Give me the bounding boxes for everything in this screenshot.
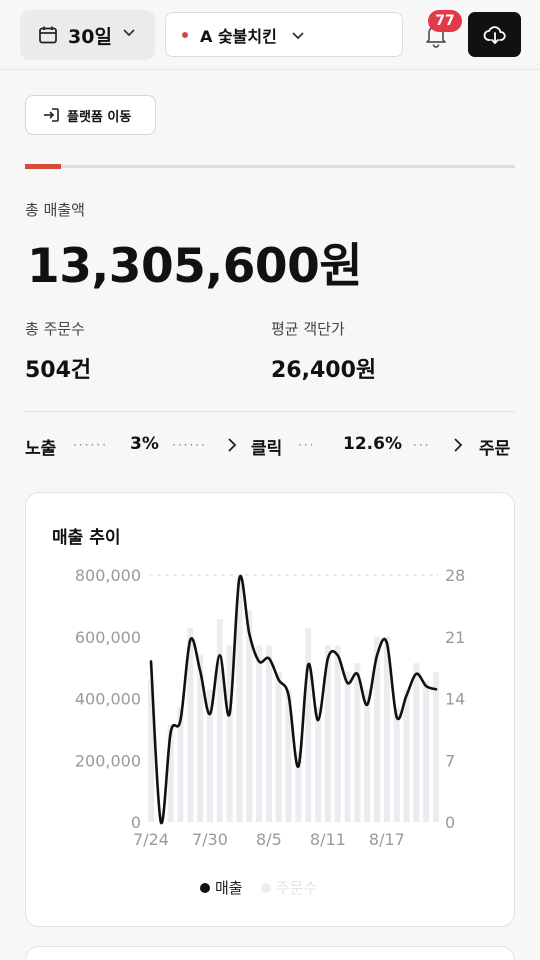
funnel-impression-label: 노출 bbox=[25, 439, 57, 459]
chevron-right-icon bbox=[454, 438, 463, 452]
funnel-dots: ······ bbox=[73, 438, 108, 452]
funnel-click-label: 클릭 bbox=[251, 439, 283, 459]
top-bar: 30일 A 숯불치킨 77 bbox=[0, 0, 540, 70]
funnel-dots: ··· bbox=[298, 438, 316, 452]
order-bar bbox=[403, 689, 410, 822]
sales-trend-chart: 800,000600,000400,000200,0000282114707/2… bbox=[75, 566, 466, 897]
order-bar bbox=[423, 680, 430, 822]
store-selector[interactable]: A 숯불치킨 bbox=[165, 12, 403, 57]
y-left-tick: 800,000 bbox=[75, 566, 141, 585]
total-orders-label: 총 주문수 bbox=[25, 320, 85, 338]
legend-label-sales: 매출 bbox=[215, 879, 243, 897]
y-right-tick: 21 bbox=[445, 628, 465, 647]
total-sales-label: 총 매출액 bbox=[25, 201, 85, 219]
section-divider bbox=[25, 411, 515, 412]
platform-move-button[interactable]: 플랫폼 이동 bbox=[25, 95, 156, 135]
order-bar bbox=[216, 619, 223, 822]
store-status-dot bbox=[182, 31, 188, 38]
tab-indicator-track bbox=[25, 164, 515, 169]
funnel-dots: ······ bbox=[172, 438, 207, 452]
order-bar bbox=[393, 707, 400, 822]
y-left-tick: 600,000 bbox=[75, 628, 141, 647]
tab-indicator-active bbox=[25, 164, 61, 169]
order-bar bbox=[364, 689, 371, 822]
y-right-tick: 14 bbox=[445, 690, 465, 709]
order-bar bbox=[413, 663, 420, 822]
legend-marker-sales bbox=[200, 883, 210, 893]
period-label: 30일 bbox=[68, 25, 112, 48]
store-name: A 숯불치킨 bbox=[200, 26, 277, 46]
calendar-icon bbox=[39, 26, 57, 44]
order-bar bbox=[265, 645, 272, 822]
order-bar bbox=[305, 627, 312, 822]
order-bar bbox=[433, 672, 439, 822]
conversion-funnel: 노출 ······ 3% ······ 클릭 ··· 12.6% ··· 주문 bbox=[25, 430, 515, 460]
total-orders-value: 504건 bbox=[25, 358, 92, 383]
y-right-tick: 0 bbox=[445, 813, 455, 832]
funnel-click-rate: 12.6% bbox=[343, 434, 402, 454]
order-bar bbox=[334, 645, 341, 822]
y-right-tick: 28 bbox=[445, 566, 465, 585]
order-bar bbox=[256, 645, 263, 822]
order-bar bbox=[315, 707, 322, 822]
avg-order-label: 평균 객단가 bbox=[271, 320, 345, 338]
order-bar bbox=[354, 663, 361, 822]
platform-move-label: 플랫폼 이동 bbox=[67, 109, 132, 125]
period-selector[interactable]: 30일 bbox=[20, 10, 155, 60]
y-left-tick: 400,000 bbox=[75, 690, 141, 709]
total-sales-value: 13,305,600원 bbox=[27, 239, 363, 294]
funnel-dots: ··· bbox=[413, 438, 431, 452]
x-tick: 7/24 bbox=[133, 830, 169, 849]
download-button[interactable] bbox=[468, 12, 521, 57]
legend-label-orders: 주문수 bbox=[276, 879, 317, 897]
order-bar bbox=[226, 645, 233, 822]
sales-trend-card: 매출 추이 800,000 600,000 400,000 200,000 0 28 21 1… bbox=[25, 492, 515, 927]
funnel-order-label: 주문 bbox=[479, 439, 511, 459]
order-bar bbox=[344, 672, 351, 822]
chevron-down-icon bbox=[123, 29, 135, 37]
sign-in-icon bbox=[44, 108, 59, 122]
y-right-tick: 7 bbox=[445, 751, 455, 770]
funnel-impression-rate: 3% bbox=[130, 434, 159, 454]
x-tick: 8/11 bbox=[310, 830, 346, 849]
next-card bbox=[25, 946, 515, 960]
notification-badge: 77 bbox=[428, 10, 462, 32]
chevron-down-icon bbox=[292, 31, 304, 39]
cloud-download-icon bbox=[483, 25, 506, 44]
x-tick: 8/5 bbox=[256, 830, 282, 849]
avg-order-value: 26,400원 bbox=[271, 358, 377, 383]
x-tick: 7/30 bbox=[192, 830, 228, 849]
sales-line bbox=[149, 574, 438, 825]
order-bar bbox=[275, 672, 282, 822]
chevron-right-icon bbox=[228, 438, 237, 452]
y-left-tick: 200,000 bbox=[75, 751, 141, 770]
legend-marker-orders bbox=[261, 883, 271, 893]
x-tick: 8/17 bbox=[369, 830, 405, 849]
